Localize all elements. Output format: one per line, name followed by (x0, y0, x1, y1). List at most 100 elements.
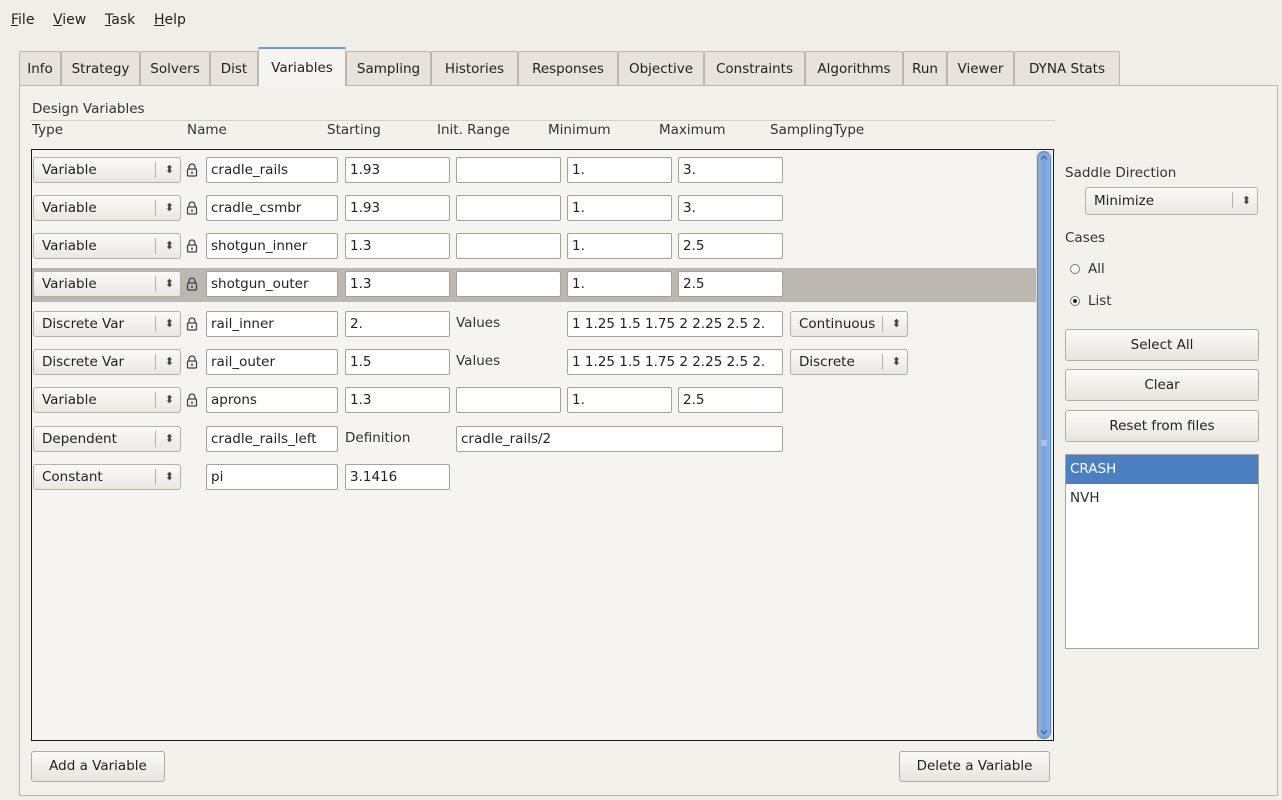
tab-algorithms[interactable]: Algorithms (805, 51, 903, 85)
minimum-field[interactable]: 1. (567, 195, 672, 221)
starting-field[interactable]: 3.1416 (345, 464, 450, 490)
column-type: Type (32, 122, 64, 138)
minimum-field[interactable]: 1. (567, 387, 672, 413)
type-select[interactable]: Constant ⬍ (33, 464, 181, 490)
menu-file[interactable]: File (11, 12, 34, 28)
case-item-crash[interactable]: CRASH (1066, 455, 1258, 484)
type-select[interactable]: Discrete Var ⬍ (33, 349, 181, 375)
name-field[interactable]: shotgun_inner (206, 233, 338, 259)
name-field[interactable]: aprons (206, 387, 338, 413)
radio-list[interactable] (1070, 296, 1080, 306)
tab-dist[interactable]: Dist (210, 51, 258, 85)
column-sampling-type: SamplingType (770, 122, 865, 138)
name-field[interactable]: rail_outer (206, 349, 338, 375)
init-range-field[interactable] (456, 271, 561, 297)
scrollbar-thumb[interactable] (1037, 151, 1051, 739)
radio-list-label: List (1088, 293, 1112, 309)
init-range-field[interactable] (456, 195, 561, 221)
cases-list: CRASH NVH (1065, 454, 1259, 649)
tab-strategy[interactable]: Strategy (61, 51, 140, 85)
type-select[interactable]: Discrete Var ⬍ (33, 311, 181, 337)
maximum-field[interactable]: 3. (678, 157, 783, 183)
values-field[interactable]: 1 1.25 1.5 1.75 2 2.25 2.5 2. (567, 311, 783, 337)
starting-field[interactable]: 1.5 (345, 349, 450, 375)
name-field[interactable]: cradle_rails (206, 157, 338, 183)
tab-run[interactable]: Run (903, 51, 947, 85)
type-select[interactable]: Variable ⬍ (33, 233, 181, 259)
radio-all[interactable] (1070, 264, 1080, 274)
delete-variable-button[interactable]: Delete a Variable (899, 751, 1050, 782)
cases-label: Cases (1065, 230, 1106, 246)
maximum-field[interactable]: 2.5 (678, 387, 783, 413)
menu-bar: File View Task Help (0, 0, 1282, 40)
starting-field[interactable]: 1.3 (345, 271, 450, 297)
scroll-down-icon[interactable] (1038, 726, 1050, 738)
maximum-field[interactable]: 2.5 (678, 271, 783, 297)
starting-field[interactable]: 1.3 (345, 233, 450, 259)
column-starting: Starting (327, 122, 381, 138)
tab-sampling[interactable]: Sampling (346, 51, 431, 85)
minimum-field[interactable]: 1. (567, 271, 672, 297)
lock-icon[interactable] (186, 355, 198, 369)
lock-icon[interactable] (186, 317, 198, 331)
sampling-type-select[interactable]: Discrete ⬍ (790, 349, 908, 375)
radio-all-label: All (1088, 261, 1105, 277)
tab-info[interactable]: Info (19, 51, 61, 85)
starting-field[interactable]: 2. (345, 311, 450, 337)
tab-objective[interactable]: Objective (618, 51, 704, 85)
header-divider (30, 120, 1055, 121)
lock-icon[interactable] (186, 239, 198, 253)
menu-view[interactable]: View (53, 12, 86, 28)
name-field[interactable]: shotgun_outer (206, 271, 338, 297)
menu-help[interactable]: Help (154, 12, 186, 28)
add-variable-button[interactable]: Add a Variable (31, 751, 165, 782)
lock-icon[interactable] (186, 163, 198, 177)
column-minimum: Minimum (548, 122, 611, 138)
name-field[interactable]: pi (206, 464, 338, 490)
tab-solvers[interactable]: Solvers (140, 51, 210, 85)
saddle-direction-label: Saddle Direction (1065, 165, 1177, 181)
maximum-field[interactable]: 2.5 (678, 233, 783, 259)
tab-viewer[interactable]: Viewer (947, 51, 1014, 85)
lock-icon[interactable] (186, 393, 198, 407)
name-field[interactable]: cradle_rails_left (206, 426, 338, 452)
type-select[interactable]: Variable ⬍ (33, 271, 181, 297)
starting-field[interactable]: 1.93 (345, 195, 450, 221)
init-range-field[interactable] (456, 387, 561, 413)
name-field[interactable]: cradle_csmbr (206, 195, 338, 221)
select-all-button[interactable]: Select All (1065, 329, 1259, 361)
menu-task[interactable]: Task (105, 12, 135, 28)
scroll-up-icon[interactable] (1038, 152, 1050, 164)
tab-dyna-stats[interactable]: DYNA Stats (1014, 51, 1120, 85)
definition-label: Definition (345, 430, 411, 446)
values-label: Values (456, 315, 501, 331)
minimum-field[interactable]: 1. (567, 157, 672, 183)
starting-field[interactable]: 1.3 (345, 387, 450, 413)
type-select[interactable]: Dependent ⬍ (33, 426, 181, 452)
definition-field[interactable]: cradle_rails/2 (456, 426, 783, 452)
saddle-direction-select[interactable]: Minimize ⬍ (1085, 187, 1258, 215)
lock-icon[interactable] (186, 277, 198, 291)
column-init-range: Init. Range (437, 122, 510, 138)
starting-field[interactable]: 1.93 (345, 157, 450, 183)
tab-responses[interactable]: Responses (518, 51, 618, 85)
type-select[interactable]: Variable ⬍ (33, 157, 181, 183)
name-field[interactable]: rail_inner (206, 311, 338, 337)
tab-histories[interactable]: Histories (431, 51, 518, 85)
clear-button[interactable]: Clear (1065, 369, 1259, 401)
maximum-field[interactable]: 3. (678, 195, 783, 221)
lock-icon[interactable] (186, 201, 198, 215)
tab-constraints[interactable]: Constraints (704, 51, 805, 85)
type-select[interactable]: Variable ⬍ (33, 195, 181, 221)
sampling-type-select[interactable]: Continuous ⬍ (790, 311, 908, 337)
case-item-nvh[interactable]: NVH (1066, 484, 1258, 513)
init-range-field[interactable] (456, 157, 561, 183)
init-range-field[interactable] (456, 233, 561, 259)
column-maximum: Maximum (659, 122, 726, 138)
type-select[interactable]: Variable ⬍ (33, 387, 181, 413)
values-field[interactable]: 1 1.25 1.5 1.75 2 2.25 2.5 2. (567, 349, 783, 375)
tab-variables[interactable]: Variables (258, 47, 346, 86)
minimum-field[interactable]: 1. (567, 233, 672, 259)
values-label: Values (456, 353, 501, 369)
reset-from-files-button[interactable]: Reset from files (1065, 410, 1259, 442)
